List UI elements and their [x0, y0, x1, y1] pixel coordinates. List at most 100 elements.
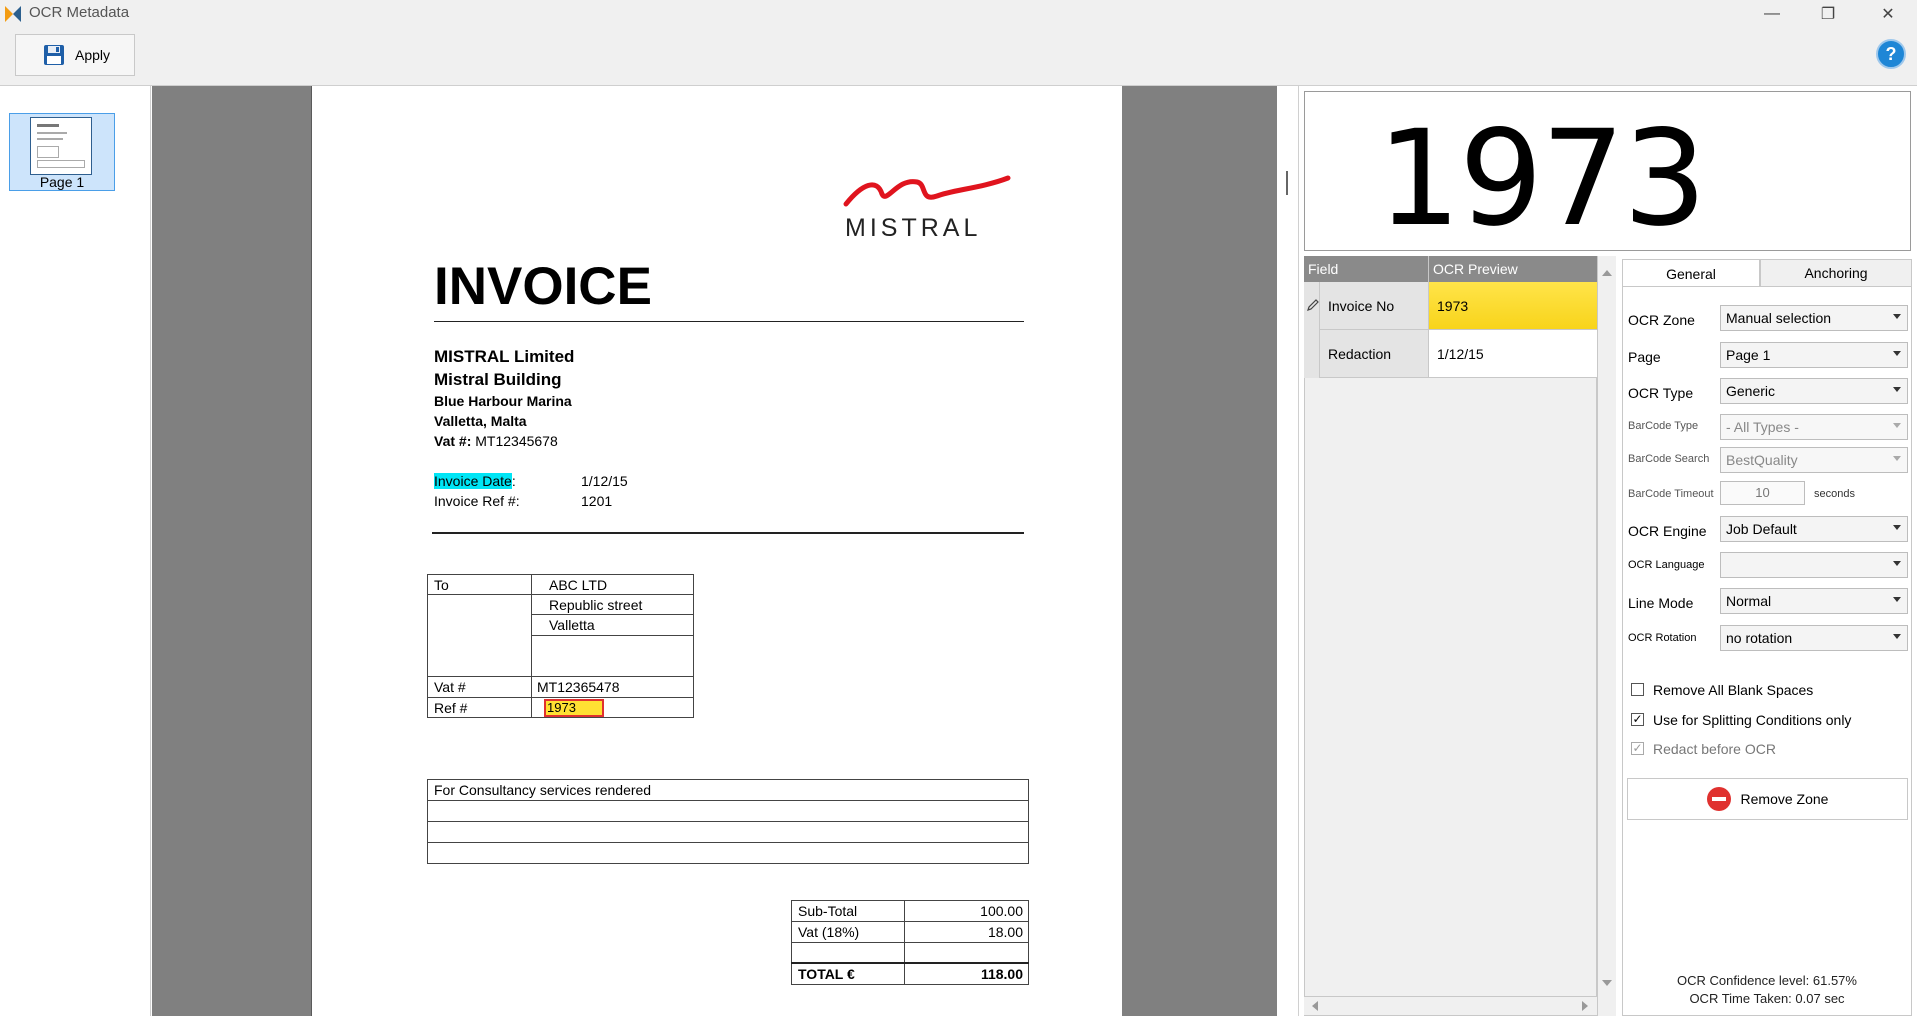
- to-line-3: Valletta: [549, 617, 595, 633]
- apply-button[interactable]: Apply: [15, 34, 135, 76]
- total-label: TOTAL €: [798, 966, 855, 982]
- logo-wordmark: MISTRAL: [845, 214, 982, 242]
- ocr-rotation-select[interactable]: no rotation: [1720, 625, 1908, 651]
- chevron-down-icon: [1893, 634, 1901, 639]
- invoice-heading: INVOICE: [434, 257, 652, 316]
- remove-zone-button[interactable]: Remove Zone: [1627, 778, 1908, 820]
- tab-general[interactable]: General: [1622, 259, 1760, 287]
- splitting-conditions-label[interactable]: Use for Splitting Conditions only: [1653, 712, 1851, 728]
- to-ref-label: Ref #: [434, 700, 468, 716]
- ocr-rotation-value: no rotation: [1726, 630, 1793, 646]
- company-vat-label: Vat #:: [434, 433, 472, 449]
- chevron-down-icon: [1893, 423, 1901, 428]
- table-divider: [427, 676, 694, 677]
- company-vat-value: MT12345678: [475, 433, 558, 449]
- ocr-time-text: OCR Time Taken: 0.07 sec: [1689, 991, 1845, 1006]
- splitting-conditions-checkbox[interactable]: ✓: [1631, 713, 1644, 726]
- ocr-zone-label: OCR Zone: [1628, 312, 1695, 328]
- page-thumbnail[interactable]: Page 1: [9, 113, 115, 191]
- ocr-zone-select[interactable]: Manual selection: [1720, 305, 1908, 331]
- grid-row-field-redaction[interactable]: Redaction: [1320, 330, 1429, 378]
- scroll-down-icon[interactable]: [1602, 980, 1612, 986]
- grid-row-field-invoice-no[interactable]: Invoice No: [1320, 282, 1429, 330]
- line-mode-value: Normal: [1726, 593, 1772, 609]
- close-button[interactable]: ✕: [1866, 0, 1910, 27]
- redact-before-ocr-label: Redact before OCR: [1653, 741, 1776, 757]
- subtotal-value: 100.00: [980, 903, 1023, 919]
- scroll-up-icon[interactable]: [1602, 270, 1612, 276]
- row-header-column: [1304, 282, 1320, 378]
- grid-horizontal-scrollbar[interactable]: [1304, 996, 1597, 1015]
- to-line-2: Republic street: [549, 597, 643, 613]
- invoice-date-value: 1/12/15: [581, 473, 628, 489]
- page-label: Page: [1628, 349, 1661, 365]
- barcode-timeout-label: BarCode Timeout: [1628, 488, 1714, 500]
- tab-anchoring[interactable]: Anchoring: [1760, 259, 1912, 287]
- remove-blank-spaces-checkbox[interactable]: [1631, 683, 1644, 696]
- minimize-button[interactable]: —: [1750, 0, 1794, 27]
- remove-zone-label: Remove Zone: [1740, 791, 1829, 807]
- table-divider: [791, 942, 1029, 943]
- subtotal-label: Sub-Total: [798, 903, 858, 919]
- ocr-zone-value: Manual selection: [1726, 310, 1832, 326]
- invoice-date-row: Invoice Date:: [434, 473, 516, 489]
- company-building: Mistral Building: [434, 370, 562, 389]
- ocr-language-select[interactable]: [1720, 552, 1908, 578]
- barcode-search-value: BestQuality: [1726, 452, 1798, 468]
- grid-row-preview-redaction[interactable]: 1/12/15: [1429, 330, 1597, 378]
- invoice-ref-value: 1201: [581, 493, 613, 509]
- table-divider: [791, 921, 1029, 922]
- help-button[interactable]: ?: [1876, 39, 1906, 69]
- edit-pencil-icon: [1307, 299, 1319, 311]
- vat-label: Vat (18%): [798, 924, 860, 940]
- ocr-type-value: Generic: [1726, 383, 1776, 399]
- ocr-engine-select[interactable]: Job Default: [1720, 516, 1908, 542]
- company-vat: Vat #: MT12345678: [434, 433, 558, 449]
- barcode-timeout-unit: seconds: [1814, 488, 1855, 500]
- ocr-preview-text: 1973: [1377, 102, 1707, 256]
- services-line: For Consultancy services rendered: [434, 782, 652, 798]
- restore-button[interactable]: ❐: [1806, 0, 1850, 27]
- barcode-type-label: BarCode Type: [1628, 420, 1699, 432]
- chevron-down-icon: [1893, 314, 1901, 319]
- table-divider: [427, 842, 1029, 843]
- ocr-type-select[interactable]: Generic: [1720, 378, 1908, 404]
- mistral-logo-icon: [843, 175, 1011, 207]
- ocr-type-label: OCR Type: [1628, 385, 1694, 401]
- chevron-down-icon: [1893, 456, 1901, 461]
- line-mode-select[interactable]: Normal: [1720, 588, 1908, 614]
- remove-blank-spaces-label[interactable]: Remove All Blank Spaces: [1653, 682, 1813, 698]
- table-divider: [427, 697, 694, 698]
- barcode-type-value: - All Types -: [1726, 419, 1799, 435]
- save-icon: [44, 45, 64, 65]
- grid-vertical-scrollbar[interactable]: [1597, 256, 1616, 1016]
- invoice-date-label: Invoice Date: [434, 473, 512, 489]
- invoice-date-colon: :: [511, 473, 516, 489]
- ref-ocr-zone[interactable]: 1973: [544, 699, 604, 717]
- invoice-ref-label: Invoice Ref #:: [434, 493, 520, 509]
- ocr-rotation-label: OCR Rotation: [1628, 632, 1697, 644]
- thumbnail-image: [30, 117, 92, 175]
- splitter-handle[interactable]: [1286, 171, 1288, 195]
- grid-header-field[interactable]: Field: [1304, 256, 1429, 282]
- scroll-right-icon[interactable]: [1582, 1001, 1588, 1011]
- table-divider: [791, 962, 1029, 964]
- ocr-zone-preview: 1973: [1304, 91, 1911, 256]
- apply-label: Apply: [75, 47, 111, 63]
- company-name: MISTRAL Limited: [434, 347, 575, 366]
- ocr-confidence-text: OCR Confidence level: 61.57%: [1677, 973, 1857, 988]
- page-value: Page 1: [1726, 347, 1771, 363]
- to-line-1: ABC LTD: [549, 577, 608, 593]
- scroll-left-icon[interactable]: [1312, 1001, 1318, 1011]
- heading-rule: [434, 321, 1024, 322]
- page-select[interactable]: Page 1: [1720, 342, 1908, 368]
- barcode-search-label: BarCode Search: [1628, 453, 1710, 465]
- chevron-down-icon: [1893, 387, 1901, 392]
- grid-row-preview-invoice-no[interactable]: 1973: [1429, 282, 1597, 330]
- vat-value: 18.00: [987, 924, 1023, 940]
- grid-header-ocr-preview[interactable]: OCR Preview: [1429, 256, 1597, 282]
- line-mode-label: Line Mode: [1628, 595, 1694, 611]
- thumbnail-label: Page 1: [39, 174, 85, 190]
- table-divider: [427, 800, 1029, 801]
- chevron-down-icon: [1893, 525, 1901, 530]
